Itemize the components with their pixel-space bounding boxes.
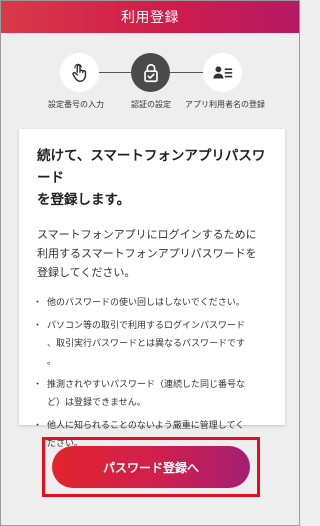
card-heading-line: 続けて、スマートフォンアプリパスワード [37,148,266,186]
step-3-label: アプリ利用者名の登録 [185,100,265,109]
lock-check-icon [143,63,158,82]
list-item-line: 。 [47,357,57,367]
list-item: 推測されやすいパスワード（連続した同じ番号な ど）は登録できません。 [33,376,271,412]
step-1-circle [60,53,99,92]
step-2-circle [131,53,170,92]
progress-stepper: 設定番号の入力 認証の設定 アプリ利用者名の登録 [1,49,299,119]
list-item-line: 他のパスワードの使い回しはしないでください。 [47,298,245,308]
instruction-card: 続けて、スマートフォンアプリパスワード を登録します。 スマートフォンアプリにロ… [19,129,285,449]
card-intro-line: 登録してください。 [37,266,136,279]
list-item-line: パソコン等の取引で利用するログインパスワード [47,321,246,331]
list-item-line: 他人に知られることのないよう厳重に管理してく [47,421,245,431]
card-heading: 続けて、スマートフォンアプリパスワード を登録します。 [37,145,271,211]
list-item-line: 推測されやすいパスワード（連続した同じ番号な [47,380,246,390]
card-intro-line: 利用するスマートフォンアプリパスワードを [37,247,257,260]
register-password-button[interactable]: パスワード登録へ [52,446,250,488]
list-item: 他のパスワードの使い回しはしないでください。 [33,294,271,312]
list-item-line: ど）は登録できません。 [47,398,146,408]
card-intro: スマートフォンアプリにログインするために 利用するスマートフォンアプリパスワード… [37,225,271,282]
step-2-label: 認証の設定 [131,100,171,109]
header-bar: 利用登録 [1,1,299,33]
step-1-label: 設定番号の入力 [48,100,104,109]
step-connector [166,72,207,73]
app-frame: 利用登録 設定番号の入力 認証の設定 アプリ利用者名の登録 続けて、スマートフォ… [0,0,300,526]
page-title: 利用登録 [121,10,179,26]
card-heading-line: を登録します。 [37,192,131,208]
hand-tap-icon [71,63,86,82]
list-item: パソコン等の取引で利用するログインパスワード 、取引実行パスワードとは異なるパス… [33,317,271,371]
list-item-line: 、取引実行パスワードとは異なるパスワードです [47,339,246,349]
password-rules-list: 他のパスワードの使い回しはしないでください。 パソコン等の取引で利用するログイン… [33,294,271,453]
step-3-circle [203,53,242,92]
user-id-icon [212,65,232,78]
card-intro-line: スマートフォンアプリにログインするために [37,228,257,241]
